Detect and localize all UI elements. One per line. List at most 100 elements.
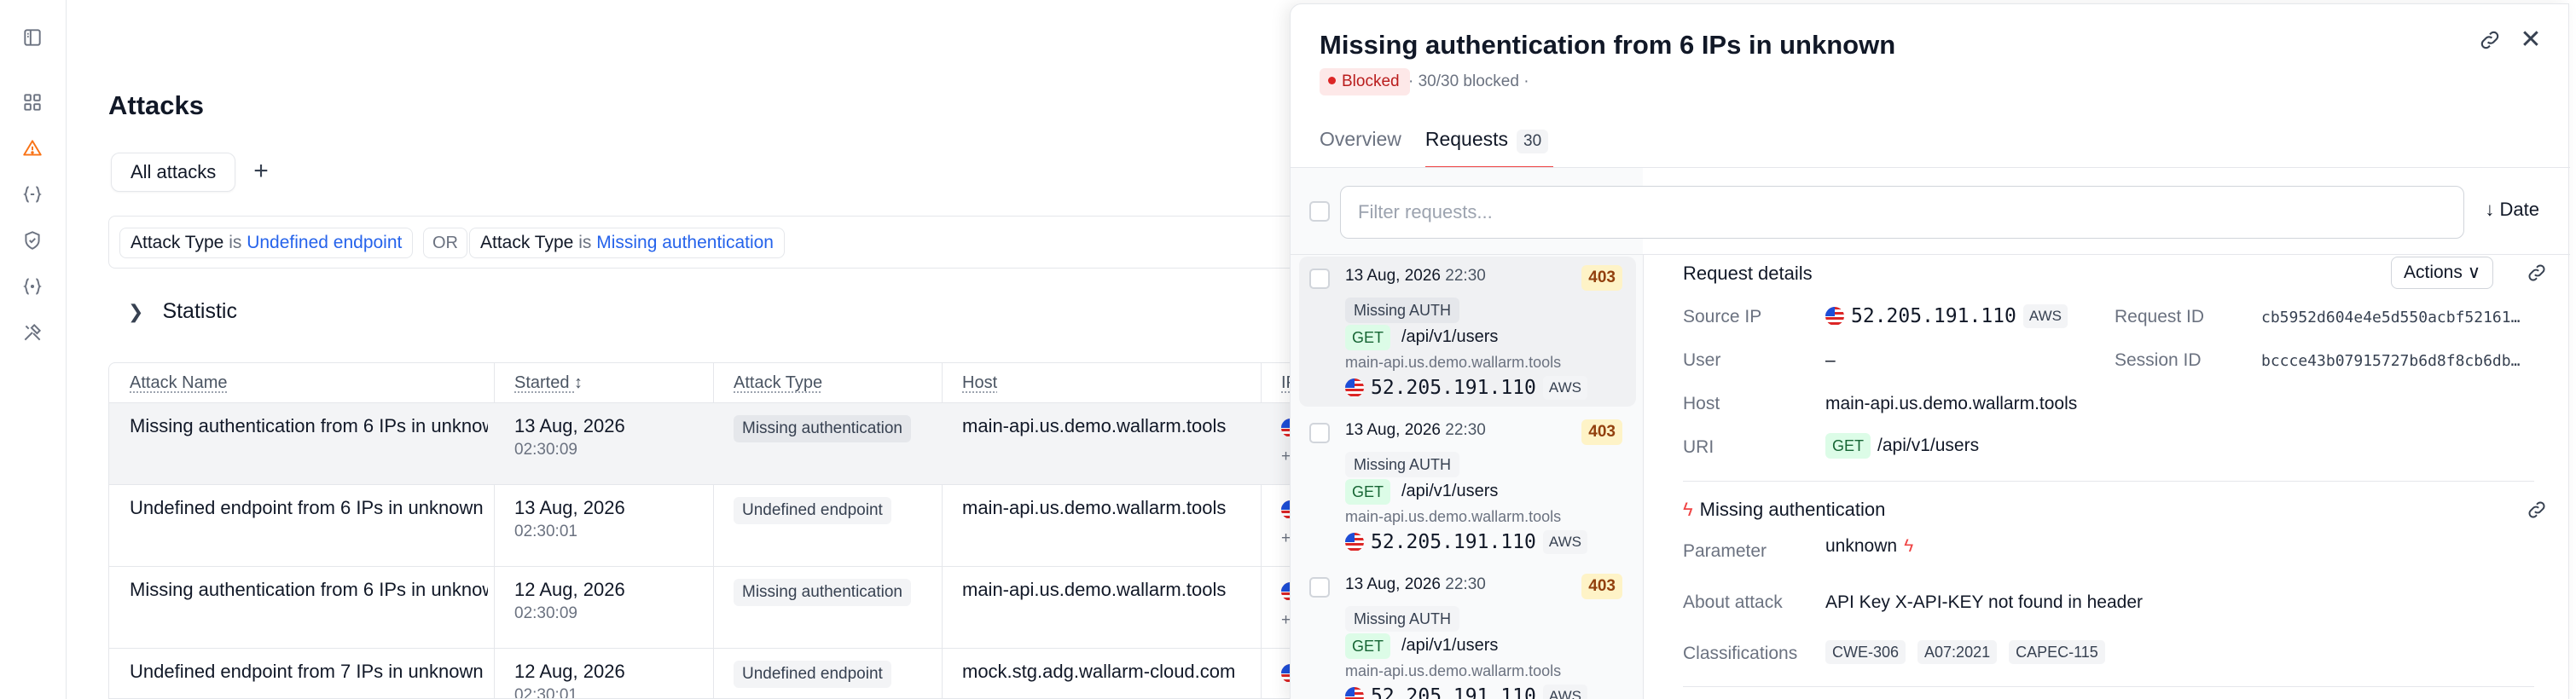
request-date: 13 Aug, 2026 <box>1345 575 1441 593</box>
started-time: 02:30:01 <box>514 686 577 699</box>
shield-icon[interactable] <box>20 228 44 252</box>
source-ip: 52.205.191.110 <box>1851 305 2016 327</box>
attack-name: Undefined endpoint from 7 IPs in unknown <box>130 661 484 682</box>
attacks-warning-icon[interactable] <box>20 136 44 160</box>
started-time: 02:30:09 <box>514 441 577 459</box>
request-checkbox[interactable] <box>1309 577 1330 598</box>
api-braces-icon[interactable] <box>20 274 44 298</box>
status-code-badge: 403 <box>1581 574 1622 599</box>
attack-type-cell: Missing authentication <box>734 579 911 606</box>
sidebar-toggle-icon[interactable] <box>20 26 44 49</box>
started-date: 13 Aug, 2026 <box>514 415 625 436</box>
attack-tag: Missing AUTH <box>1345 452 1460 477</box>
sort-icon: ↕ <box>574 373 583 392</box>
request-item[interactable]: 13 Aug, 2026 22:30 403 Missing AUTH GET … <box>1299 565 1636 699</box>
add-tab-button[interactable]: + <box>247 159 275 186</box>
column-header-host[interactable]: Host <box>942 363 997 402</box>
link-icon[interactable] <box>2526 262 2548 284</box>
classifications-label: Classifications <box>1683 644 1798 663</box>
classification-badge[interactable]: A07:2021 <box>1917 640 1998 664</box>
request-datetime: 13 Aug, 2026 22:30 <box>1345 421 1486 440</box>
status-code-badge: 403 <box>1581 419 1622 445</box>
host-label: Host <box>1683 394 1720 413</box>
method-badge: GET <box>1345 479 1391 505</box>
link-icon[interactable] <box>2478 28 2502 52</box>
about-attack-value: API Key X-API-KEY not found in header <box>1825 592 2144 612</box>
host-cell: main-api.us.demo.wallarm.tools <box>962 497 1227 518</box>
host-cell: main-api.us.demo.wallarm.tools <box>962 415 1227 436</box>
table-row[interactable]: Undefined endpoint from 6 IPs in unknown… <box>109 484 1319 566</box>
column-header-started[interactable]: Started ↕ <box>494 363 583 402</box>
attack-tag: Missing AUTH <box>1345 606 1460 632</box>
arrow-down-icon: ↓ <box>2485 199 2495 220</box>
request-host: main-api.us.demo.wallarm.tools <box>1345 662 1562 679</box>
drawer-tabs: Overview Requests 30 <box>1320 124 1554 168</box>
user-label: User <box>1683 350 1721 370</box>
provider-badge: AWS <box>1542 376 1587 400</box>
statistic-label: Statistic <box>162 299 237 323</box>
attack-name: Missing authentication from 6 IPs in unk… <box>130 415 488 436</box>
classification-badge[interactable]: CAPEC-115 <box>2009 640 2105 664</box>
started-label: Started <box>514 373 570 392</box>
tab-requests[interactable]: Requests 30 <box>1424 124 1554 168</box>
sidebar <box>0 0 67 699</box>
user-value: – <box>1825 350 1836 370</box>
tab-overview[interactable]: Overview <box>1320 124 1401 168</box>
tools-icon[interactable] <box>20 321 44 344</box>
dashboard-icon[interactable] <box>20 90 44 114</box>
sort-label: Date <box>2499 199 2539 220</box>
us-flag-icon <box>1345 687 1364 699</box>
filter-field: Attack Type <box>480 233 574 252</box>
session-id-value: bccce43b07915727b6d8f8cb6db… <box>2261 352 2521 370</box>
filter-requests-input[interactable]: Filter requests... <box>1340 186 2464 239</box>
filter-bar[interactable]: Attack Type is Undefined endpoint OR Att… <box>108 216 1320 269</box>
classification-badge[interactable]: CWE-306 <box>1825 640 1906 664</box>
request-date: 13 Aug, 2026 <box>1345 267 1441 285</box>
filter-chip-undefined-endpoint[interactable]: Attack Type is Undefined endpoint <box>119 228 414 258</box>
method-badge: GET <box>1345 325 1391 350</box>
actions-dropdown[interactable]: Actions ∨ <box>2391 257 2494 289</box>
request-checkbox[interactable] <box>1309 423 1330 443</box>
chevron-down-icon: ∨ <box>2467 263 2481 282</box>
sort-date-button[interactable]: ↓ Date <box>2485 199 2539 221</box>
status-label: Blocked <box>1342 72 1400 90</box>
column-header-attack-name[interactable]: Attack Name <box>109 363 227 402</box>
request-item[interactable]: 13 Aug, 2026 22:30 403 Missing AUTH GET … <box>1299 411 1636 561</box>
table-row[interactable]: Missing authentication from 6 IPs in unk… <box>109 566 1319 648</box>
tab-all-attacks[interactable]: All attacks <box>111 153 236 192</box>
method-badge: GET <box>1345 633 1391 659</box>
parameter-value: unknown ϟ <box>1825 536 1913 557</box>
attack-type-badge: Missing authentication <box>734 579 911 606</box>
session-id-label: Session ID <box>2115 350 2202 370</box>
table-row[interactable]: Missing authentication from 6 IPs in unk… <box>109 402 1319 484</box>
started-date: 12 Aug, 2026 <box>514 661 625 682</box>
table-row[interactable]: Undefined endpoint from 7 IPs in unknown… <box>109 648 1319 699</box>
select-all-checkbox[interactable] <box>1309 201 1330 222</box>
ip-value: 52.205.191.110 <box>1371 685 1536 699</box>
attack-section-heading: ϟ Missing authentication <box>1683 499 1885 521</box>
filter-value: Undefined endpoint <box>247 233 403 252</box>
source-ip-value: 52.205.191.110 AWS <box>1825 304 2068 328</box>
about-attack-label: About attack <box>1683 592 1783 612</box>
filter-op: is <box>578 233 592 252</box>
ip-value: 52.205.191.110 <box>1371 531 1536 553</box>
actions-label: Actions <box>2404 263 2463 282</box>
api-braces-icon[interactable] <box>20 182 44 206</box>
requests-count-badge: 30 <box>1517 130 1549 153</box>
request-ip: 52.205.191.110 AWS <box>1345 376 1587 400</box>
column-header-attack-type[interactable]: Attack Type <box>713 363 822 402</box>
request-details-heading: Request details <box>1683 263 1813 284</box>
filter-chip-missing-authentication[interactable]: Attack Type is Missing authentication <box>469 228 785 258</box>
or-operator[interactable]: OR <box>423 228 467 258</box>
link-icon[interactable] <box>2526 499 2548 521</box>
request-item[interactable]: 13 Aug, 2026 22:30 403 Missing AUTH GET … <box>1299 257 1636 407</box>
close-icon[interactable]: ✕ <box>2519 27 2543 53</box>
source-ip-label: Source IP <box>1683 307 1762 326</box>
provider-badge: AWS <box>1542 530 1587 554</box>
attack-name: Undefined endpoint from 6 IPs in unknown <box>130 497 484 518</box>
request-checkbox[interactable] <box>1309 269 1330 289</box>
attack-detail-drawer: Missing authentication from 6 IPs in unk… <box>1290 3 2570 699</box>
bolt-icon: ϟ <box>1683 499 1693 520</box>
statistic-toggle[interactable]: ❯ Statistic <box>128 299 237 324</box>
request-ip: 52.205.191.110 AWS <box>1345 530 1587 554</box>
